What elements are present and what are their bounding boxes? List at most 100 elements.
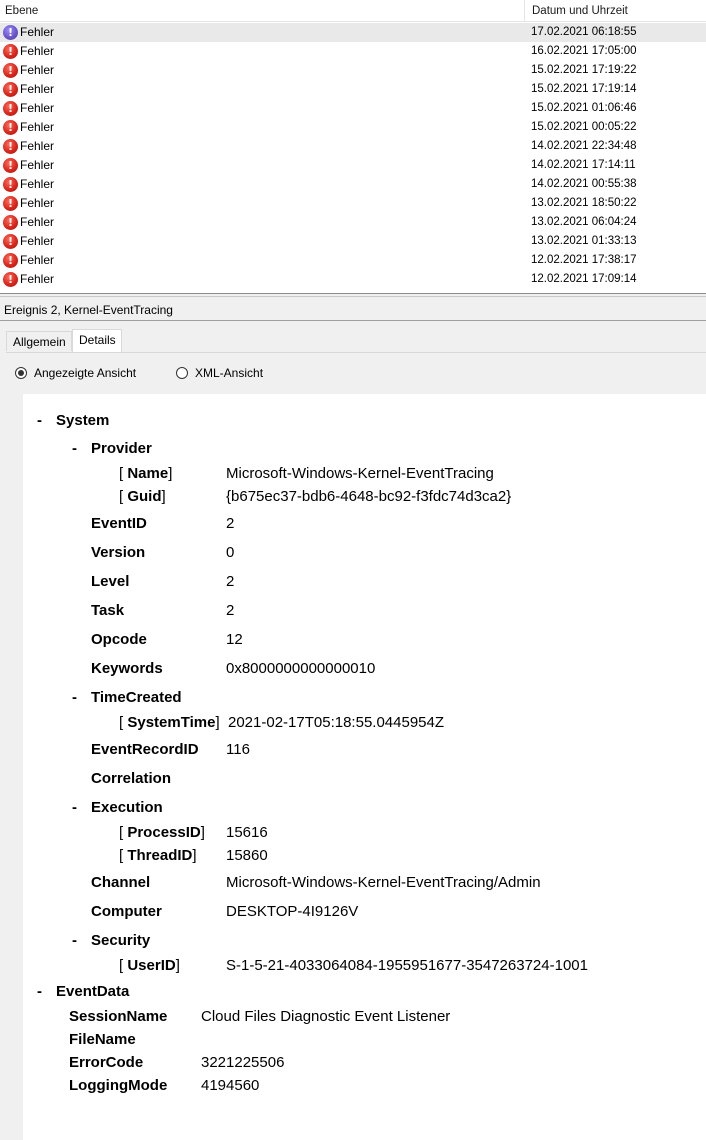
attr-processid: [ ProcessID] [119, 824, 205, 841]
column-header-level[interactable]: Ebene [0, 0, 524, 22]
collapse-toggle-provider[interactable]: - [72, 440, 77, 457]
error-icon: ! [3, 272, 18, 287]
attr-guid: [ Guid] [119, 488, 166, 505]
row-level: Fehler [20, 25, 55, 39]
event-row[interactable]: ! Fehler 15.02.2021 17:19:14 [0, 80, 706, 99]
value-keywords: 0x8000000000000010 [226, 660, 376, 677]
event-row[interactable]: ! Fehler 16.02.2021 17:05:00 [0, 42, 706, 61]
key-loggingmode: LoggingMode [69, 1077, 168, 1094]
tab-details[interactable]: Details [72, 329, 122, 352]
error-icon: ! [3, 253, 18, 268]
section-system: System [56, 412, 110, 429]
event-row[interactable]: ! Fehler 14.02.2021 22:34:48 [0, 137, 706, 156]
value-version: 0 [226, 544, 235, 561]
collapse-toggle-security[interactable]: - [72, 932, 77, 949]
radio-xml-view[interactable]: XML-Ansicht [176, 365, 263, 381]
event-row[interactable]: ! Fehler 13.02.2021 18:50:22 [0, 194, 706, 213]
row-datetime: 15.02.2021 01:06:46 [531, 102, 637, 114]
value-provider-name: Microsoft-Windows-Kernel-EventTracing [226, 465, 494, 482]
collapse-toggle-system[interactable]: - [37, 412, 42, 429]
radio-selected-icon [15, 367, 27, 379]
error-icon: ! [3, 234, 18, 249]
key-filename: FileName [69, 1031, 136, 1048]
row-datetime: 15.02.2021 17:19:14 [531, 83, 637, 95]
row-datetime: 14.02.2021 22:34:48 [531, 140, 637, 152]
value-loggingmode: 4194560 [201, 1077, 260, 1094]
collapse-toggle-eventdata[interactable]: - [37, 983, 42, 1000]
row-datetime: 15.02.2021 17:19:22 [531, 64, 637, 76]
radio-friendly-view[interactable]: Angezeigte Ansicht [15, 365, 136, 381]
event-row[interactable]: ! Fehler 14.02.2021 00:55:38 [0, 175, 706, 194]
key-sessionname: SessionName [69, 1008, 168, 1025]
error-icon: ! [3, 177, 18, 192]
row-datetime: 13.02.2021 01:33:13 [531, 235, 637, 247]
radio-unselected-icon [176, 367, 188, 379]
value-computer: DESKTOP-4I9126V [226, 903, 359, 920]
row-level: Fehler [20, 139, 55, 153]
row-level: Fehler [20, 177, 55, 191]
row-level: Fehler [20, 120, 55, 134]
row-level: Fehler [20, 272, 55, 286]
row-datetime: 12.02.2021 17:38:17 [531, 254, 637, 266]
error-icon: ! [3, 215, 18, 230]
row-datetime: 16.02.2021 17:05:00 [531, 45, 637, 57]
details-view: - System - Provider [ Name] Microsoft-Wi… [23, 394, 706, 1140]
event-list: Ebene Datum und Uhrzeit ! Fehler 17.02.202… [0, 0, 706, 293]
event-row[interactable]: ! Fehler 13.02.2021 06:04:24 [0, 213, 706, 232]
row-datetime: 12.02.2021 17:09:14 [531, 273, 637, 285]
event-row[interactable]: ! Fehler 12.02.2021 17:09:14 [0, 270, 706, 289]
value-processid: 15616 [226, 824, 268, 841]
event-row[interactable]: ! Fehler 15.02.2021 00:05:22 [0, 118, 706, 137]
value-sessionname: Cloud Files Diagnostic Event Listener [201, 1008, 451, 1025]
radio-friendly-view-label: Angezeigte Ansicht [34, 366, 137, 380]
key-eventrecordid: EventRecordID [91, 741, 199, 758]
event-row[interactable]: ! Fehler 12.02.2021 17:38:17 [0, 251, 706, 270]
key-keywords: Keywords [91, 660, 163, 677]
collapse-toggle-execution[interactable]: - [72, 799, 77, 816]
row-level: Fehler [20, 253, 55, 267]
error-icon: ! [3, 101, 18, 116]
error-icon: ! [3, 139, 18, 154]
attr-userid: [ UserID] [119, 957, 180, 974]
event-row[interactable]: ! Fehler 14.02.2021 17:14:11 [0, 156, 706, 175]
event-row[interactable]: ! Fehler 15.02.2021 01:06:46 [0, 99, 706, 118]
column-header-datetime[interactable]: Datum und Uhrzeit [524, 0, 706, 22]
error-icon: ! [3, 63, 18, 78]
value-userid: S-1-5-21-4033064084-1955951677-354726372… [226, 957, 588, 974]
collapse-toggle-timecreated[interactable]: - [72, 689, 77, 706]
value-eventid: 2 [226, 515, 235, 532]
error-icon: ! [3, 196, 18, 211]
value-level: 2 [226, 573, 235, 590]
value-errorcode: 3221225506 [201, 1054, 285, 1071]
value-threadid: 15860 [226, 847, 268, 864]
row-level: Fehler [20, 158, 55, 172]
section-security: Security [91, 932, 151, 949]
tab-general[interactable]: Allgemein [6, 331, 72, 351]
key-channel: Channel [91, 874, 151, 891]
key-eventid: EventID [91, 515, 147, 532]
error-icon: ! [3, 82, 18, 97]
value-provider-guid: {b675ec37-bdb6-4648-bc92-f3fdc74d3ca2} [226, 488, 512, 505]
event-row[interactable]: ! Fehler 13.02.2021 01:33:13 [0, 232, 706, 251]
key-level: Level [91, 573, 130, 590]
value-channel: Microsoft-Windows-Kernel-EventTracing/Ad… [226, 874, 541, 891]
error-icon: ! [3, 158, 18, 173]
event-rows: ! Fehler 17.02.2021 06:18:55 ! Fehler 16.02.… [0, 23, 706, 289]
list-header: Ebene Datum und Uhrzeit [0, 0, 706, 22]
row-datetime: 17.02.2021 06:18:55 [531, 26, 637, 38]
event-detail-pane: Ereignis 2, Kernel-EventTracing Allgemei… [0, 297, 706, 1140]
row-datetime: 13.02.2021 18:50:22 [531, 197, 637, 209]
error-icon: ! [3, 44, 18, 59]
row-datetime: 15.02.2021 00:05:22 [531, 121, 637, 133]
value-systemtime: 2021-02-17T05:18:55.0445954Z [228, 714, 445, 731]
event-row[interactable]: ! Fehler 17.02.2021 06:18:55 [0, 23, 706, 42]
attr-systemtime: [ SystemTime] [119, 714, 220, 731]
error-icon: ! [3, 25, 18, 40]
row-level: Fehler [20, 215, 55, 229]
row-level: Fehler [20, 234, 55, 248]
key-computer: Computer [91, 903, 162, 920]
error-icon: ! [3, 120, 18, 135]
event-row[interactable]: ! Fehler 15.02.2021 17:19:22 [0, 61, 706, 80]
attr-name: [ Name] [119, 465, 173, 482]
row-datetime: 14.02.2021 00:55:38 [531, 178, 637, 190]
